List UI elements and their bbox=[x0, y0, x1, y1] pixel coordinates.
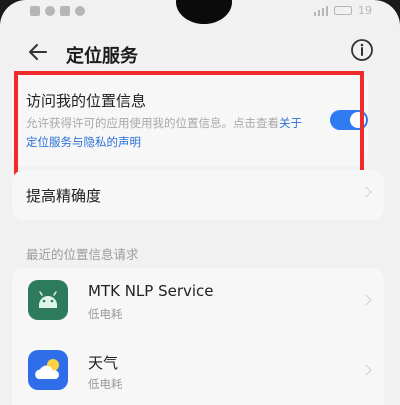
chevron-right-icon bbox=[360, 294, 372, 306]
request-app-power: 低电耗 bbox=[88, 377, 123, 391]
location-access-card[interactable]: 访问我的位置信息 允许获得许可的应用使用我的位置信息。点击查看关于定位服务与隐私… bbox=[12, 72, 368, 166]
improve-accuracy-item[interactable]: 提高精确度 bbox=[12, 170, 384, 220]
info-icon bbox=[351, 39, 373, 61]
notification-icon bbox=[60, 6, 70, 16]
status-icons-right: 19 bbox=[314, 4, 372, 17]
back-button[interactable] bbox=[26, 40, 50, 64]
android-robot-icon bbox=[28, 280, 68, 320]
settings-screen: 19 定位服务 访问我的位置信息 允许获得许可的应用使用我的位置信息。点击查看关… bbox=[0, 0, 400, 405]
recent-requests-list: MTK NLP Service 低电耗 天气 低电耗 bbox=[12, 268, 384, 405]
app-header: 定位服务 bbox=[0, 32, 400, 72]
battery-icon bbox=[334, 6, 352, 15]
list-item[interactable]: MTK NLP Service 低电耗 bbox=[12, 268, 384, 332]
list-item[interactable]: 天气 低电耗 bbox=[12, 338, 384, 402]
camera-notch bbox=[176, 0, 232, 24]
info-button[interactable] bbox=[350, 38, 374, 62]
page-title: 定位服务 bbox=[66, 46, 138, 67]
status-bar: 19 bbox=[0, 0, 400, 26]
wifi-icon bbox=[45, 6, 55, 16]
status-time: 19 bbox=[358, 4, 372, 17]
chevron-right-icon bbox=[360, 364, 372, 376]
toggle-knob bbox=[350, 112, 366, 128]
shield-icon bbox=[75, 6, 85, 16]
recent-requests-header: 最近的位置信息请求 bbox=[26, 247, 139, 262]
status-icons-left bbox=[30, 6, 85, 16]
location-access-title: 访问我的位置信息 bbox=[26, 92, 147, 110]
location-access-toggle[interactable] bbox=[330, 110, 368, 130]
signal-icon bbox=[314, 5, 328, 16]
location-access-description: 允许获得许可的应用使用我的位置信息。点击查看关于定位服务与隐私的声明 bbox=[26, 114, 310, 152]
request-app-power: 低电耗 bbox=[88, 307, 123, 321]
sim-icon bbox=[30, 6, 40, 16]
request-app-name: MTK NLP Service bbox=[88, 282, 214, 300]
request-app-name: 天气 bbox=[88, 354, 119, 372]
back-arrow-icon bbox=[29, 44, 47, 60]
location-access-description-text: 允许获得许可的应用使用我的位置信息。点击查看 bbox=[26, 116, 279, 130]
chevron-right-icon bbox=[360, 186, 372, 198]
improve-accuracy-label: 提高精确度 bbox=[26, 187, 102, 205]
weather-cloud-icon bbox=[28, 350, 68, 390]
